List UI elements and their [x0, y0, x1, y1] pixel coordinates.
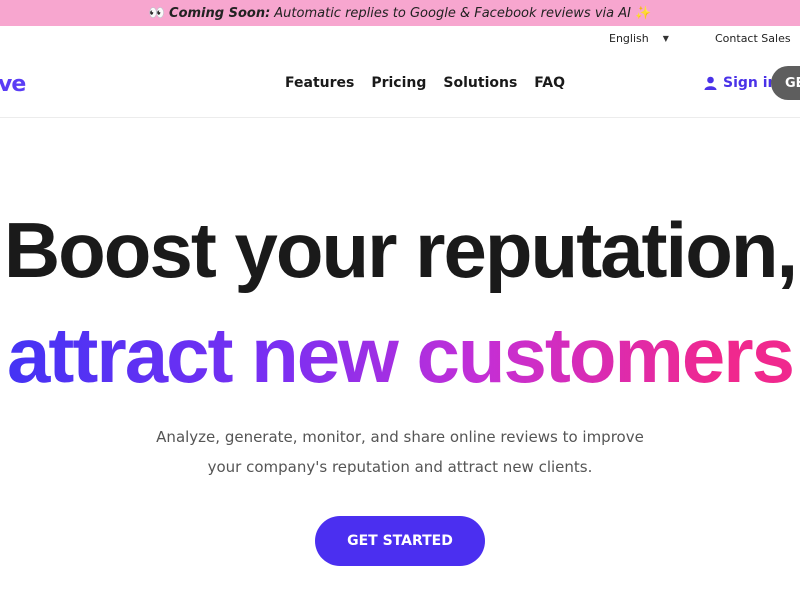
utility-bar: English ▼ Contact Sales [0, 26, 800, 50]
nav-link-features[interactable]: Features [285, 75, 354, 91]
language-selector[interactable]: English ▼ [609, 32, 669, 45]
get-started-nav-button[interactable]: GE [771, 66, 800, 100]
announcement-bar: 👀 Coming Soon: Automatic replies to Goog… [0, 0, 800, 26]
signin-link[interactable]: Sign in [704, 75, 778, 91]
caret-down-icon: ▼ [662, 34, 669, 43]
announcement-text: Automatic replies to Google & Facebook r… [274, 5, 631, 21]
nav-link-solutions[interactable]: Solutions [443, 75, 517, 91]
get-started-button[interactable]: GET STARTED [315, 516, 485, 566]
language-label: English [609, 32, 649, 45]
nav-link-faq[interactable]: FAQ [534, 75, 565, 91]
contact-sales-link[interactable]: Contact Sales [715, 32, 791, 45]
signin-label: Sign in [723, 75, 778, 91]
main-navbar: ve Features Pricing Solutions FAQ Sign i… [0, 50, 800, 118]
hero-headline-line1: Boost your reputation, [3, 206, 798, 294]
hero-headline-line2: attract new customers [0, 310, 800, 401]
hero-subtitle-line2: your company's reputation and attract ne… [207, 458, 593, 476]
logo[interactable]: ve [0, 72, 26, 97]
hero-subtitle-line1: Analyze, generate, monitor, and share on… [156, 428, 644, 446]
nav-links: Features Pricing Solutions FAQ [285, 75, 565, 91]
eyes-emoji-icon: 👀 [148, 5, 166, 21]
nav-link-pricing[interactable]: Pricing [371, 75, 426, 91]
announcement-label: Coming Soon: [169, 5, 271, 21]
sparkles-emoji-icon: ✨ [634, 5, 652, 21]
user-icon [704, 76, 717, 90]
hero-subtitle: Analyze, generate, monitor, and share on… [150, 422, 650, 482]
